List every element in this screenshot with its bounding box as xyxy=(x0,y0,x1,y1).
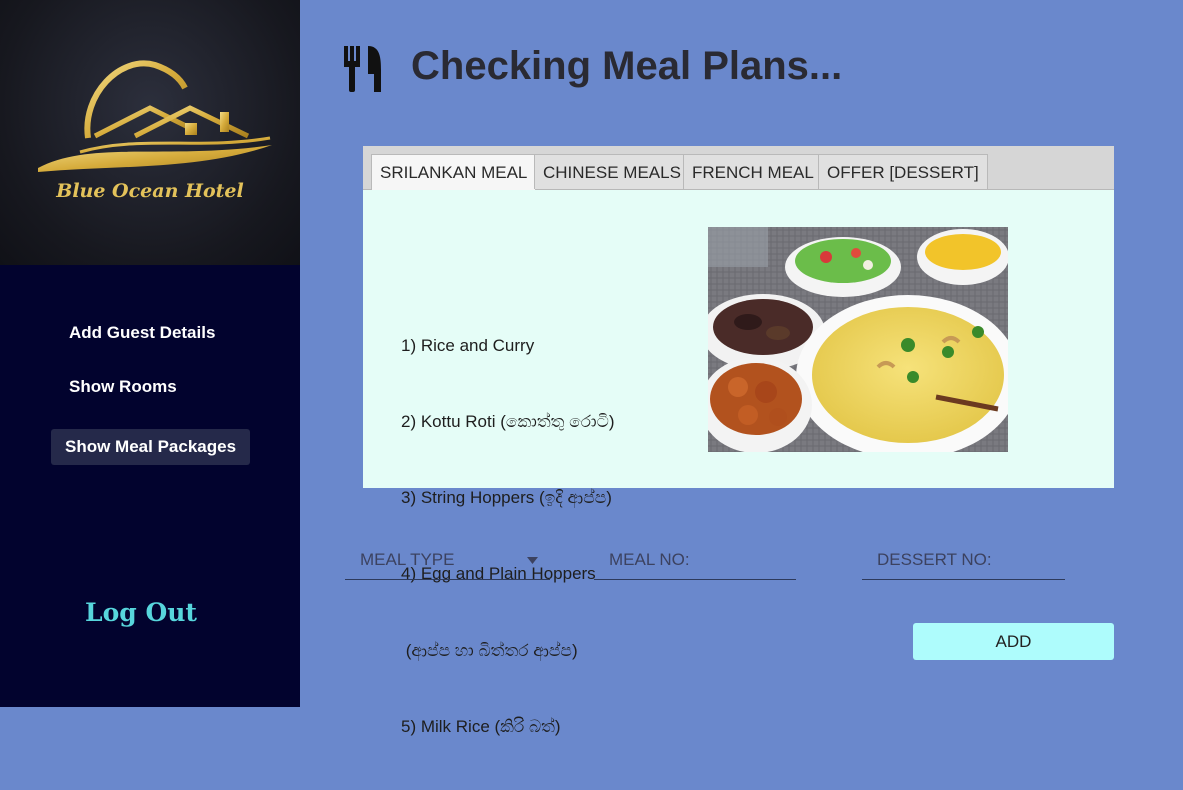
list-item: (ආප්ප හා බිත්තර ආප්ප) xyxy=(401,640,578,660)
dessert-no-field[interactable] xyxy=(862,543,1065,580)
tab-french-meal[interactable]: FRENCH MEAL xyxy=(683,154,823,189)
sidebar: Blue Ocean Hotel Add Guest Details Show … xyxy=(0,0,300,707)
tab-srilankan-meal[interactable]: SRILANKAN MEAL xyxy=(371,154,537,190)
meal-photo xyxy=(708,227,1008,452)
hotel-logo: Blue Ocean Hotel xyxy=(0,0,300,265)
nav-show-meal-packages[interactable]: Show Meal Packages xyxy=(51,429,251,465)
meal-tab-pane: SRILANKAN MEAL CHINESE MEALS FRENCH MEAL… xyxy=(363,146,1114,736)
cutlery-icon xyxy=(344,46,382,96)
nav-show-rooms[interactable]: Show Rooms xyxy=(51,369,195,405)
chevron-down-icon xyxy=(527,557,538,564)
meal-no-field[interactable] xyxy=(594,543,796,580)
add-button[interactable]: ADD xyxy=(913,623,1114,660)
dessert-no-input[interactable] xyxy=(862,543,1065,577)
meal-type-select[interactable]: MEAL TYPE xyxy=(345,543,550,580)
meal-type-label: MEAL TYPE xyxy=(360,550,455,569)
meal-no-input[interactable] xyxy=(594,543,796,577)
tab-bar: SRILANKAN MEAL CHINESE MEALS FRENCH MEAL… xyxy=(363,146,1114,190)
logout-button[interactable]: Log Out xyxy=(0,598,282,627)
house-logo-icon xyxy=(38,60,272,172)
page-title: Checking Meal Plans... xyxy=(411,44,843,88)
nav-add-guest-details[interactable]: Add Guest Details xyxy=(51,315,233,351)
tab-chinese-meals[interactable]: CHINESE MEALS xyxy=(534,154,690,189)
list-item: 5) Milk Rice (කිරි බත්) xyxy=(401,716,561,736)
tab-offer-dessert[interactable]: OFFER [DESSERT] xyxy=(818,154,988,189)
meal-menu-list: 1) Rice and Curry 2) Kottu Roti (කොත්තු … xyxy=(401,282,615,790)
hotel-name: Blue Ocean Hotel xyxy=(56,180,244,202)
list-item: 1) Rice and Curry xyxy=(401,335,535,355)
list-item: 3) String Hoppers (ඉදි ආප්ප) xyxy=(401,488,612,508)
list-item: 2) Kottu Roti (කොත්තු රොටි) xyxy=(401,412,615,432)
